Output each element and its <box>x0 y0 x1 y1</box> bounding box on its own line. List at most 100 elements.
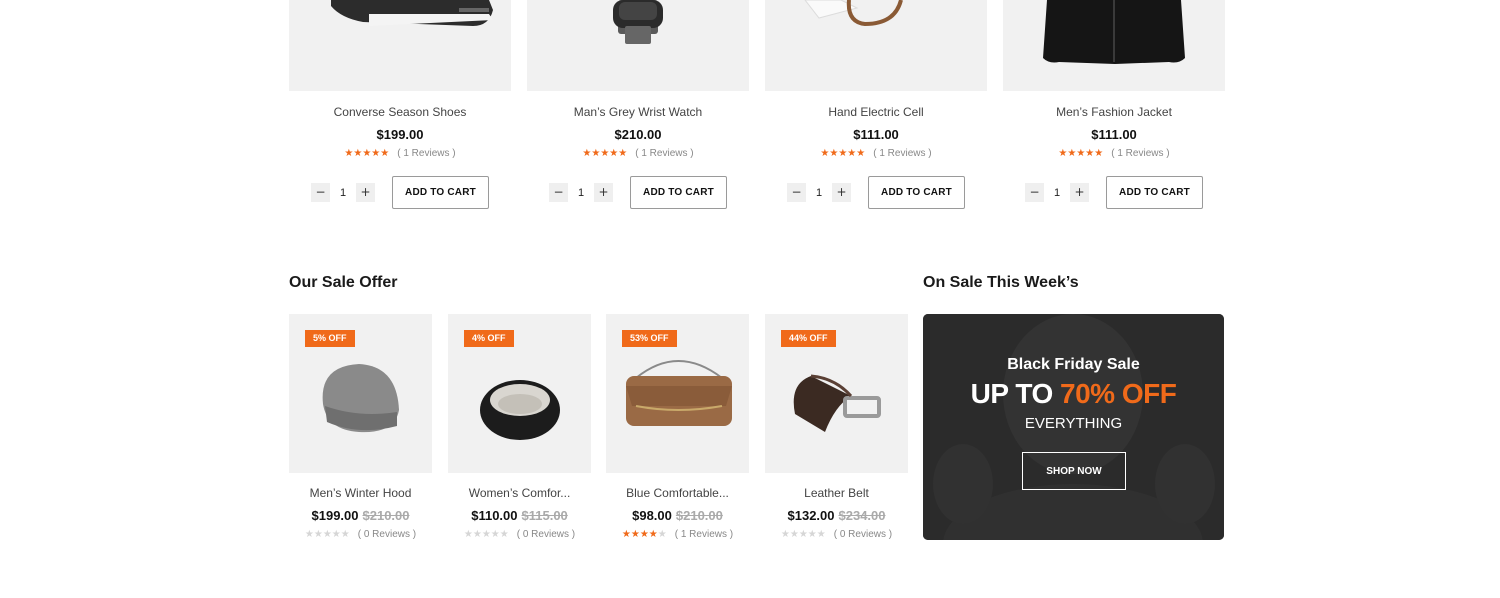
product-name[interactable]: Men’s Fashion Jacket <box>1003 105 1225 119</box>
black-jacket-image <box>1043 0 1185 64</box>
add-to-cart-button[interactable]: ADD TO CART <box>392 176 489 209</box>
star-empty-icon: ★ <box>322 529 332 540</box>
star-filled-icon: ★ <box>344 148 354 159</box>
add-to-cart-button[interactable]: ADD TO CART <box>630 176 727 209</box>
weekly-section-title: On Sale This Week’s <box>923 274 1079 291</box>
price-group: $98.00 $210.00 <box>606 508 749 523</box>
original-price: $234.00 <box>838 508 886 523</box>
star-rating: ★★★★★ <box>582 148 627 160</box>
star-filled-icon: ★ <box>820 148 830 159</box>
star-filled-icon: ★ <box>362 148 372 159</box>
star-filled-icon: ★ <box>1076 148 1086 159</box>
sale-product-card[interactable]: 53% OFF Blue Comfortable... $98.00 $210.0… <box>606 314 749 541</box>
product-image[interactable]: 4% OFF <box>448 314 591 473</box>
qty-increase-button[interactable]: + <box>832 183 851 202</box>
star-filled-icon: ★ <box>582 148 592 159</box>
star-filled-icon: ★ <box>591 148 601 159</box>
banner-headline: UP TO 70% OFF <box>923 378 1224 410</box>
star-empty-icon: ★ <box>780 529 790 540</box>
star-filled-icon: ★ <box>639 529 649 540</box>
star-filled-icon: ★ <box>380 148 390 159</box>
product-name[interactable]: Blue Comfortable... <box>606 486 749 500</box>
quantity-input[interactable] <box>806 186 832 199</box>
review-count[interactable]: ( 1 Reviews ) <box>635 148 693 159</box>
star-filled-icon: ★ <box>600 148 610 159</box>
rating: ★★★★★( 0 Reviews ) <box>289 529 432 541</box>
headline-accent: 70% OFF <box>1060 378 1177 409</box>
review-count[interactable]: ( 0 Reviews ) <box>834 529 892 540</box>
qty-increase-button[interactable]: + <box>594 183 613 202</box>
discount-badge: 44% OFF <box>781 330 836 347</box>
add-to-cart-button[interactable]: ADD TO CART <box>1106 176 1203 209</box>
product-card[interactable]: Man’s Grey Wrist Watch $210.00 ★★★★★( 1 … <box>527 0 749 209</box>
qty-increase-button[interactable]: + <box>1070 183 1089 202</box>
star-filled-icon: ★ <box>621 529 631 540</box>
product-name[interactable]: Men’s Winter Hood <box>289 486 432 500</box>
review-count[interactable]: ( 0 Reviews ) <box>358 529 416 540</box>
review-count[interactable]: ( 1 Reviews ) <box>1111 148 1169 159</box>
product-image[interactable] <box>1003 0 1225 91</box>
qty-increase-button[interactable]: + <box>356 183 375 202</box>
star-filled-icon: ★ <box>829 148 839 159</box>
sale-product-card[interactable]: 44% OFF Leather Belt $132.00 $234.00 ★★★★… <box>765 314 908 541</box>
review-count[interactable]: ( 0 Reviews ) <box>517 529 575 540</box>
product-image[interactable]: 5% OFF <box>289 314 432 473</box>
product-card[interactable]: Men’s Fashion Jacket $111.00 ★★★★★( 1 Re… <box>1003 0 1225 209</box>
product-image[interactable]: 44% OFF <box>765 314 908 473</box>
qty-decrease-button[interactable]: − <box>1025 183 1044 202</box>
qty-decrease-button[interactable]: − <box>787 183 806 202</box>
wrist-watch-image <box>613 0 663 44</box>
product-name[interactable]: Man’s Grey Wrist Watch <box>527 105 749 119</box>
quantity-input[interactable] <box>1044 186 1070 199</box>
black-friday-banner[interactable]: Black Friday Sale UP TO 70% OFF EVERYTHI… <box>923 314 1224 540</box>
star-filled-icon: ★ <box>648 529 658 540</box>
star-empty-icon: ★ <box>490 529 500 540</box>
product-name[interactable]: Women’s Comfor... <box>448 486 591 500</box>
qty-decrease-button[interactable]: − <box>549 183 568 202</box>
star-rating: ★★★★★ <box>820 148 865 160</box>
product-image[interactable]: 53% OFF <box>606 314 749 473</box>
star-filled-icon: ★ <box>618 148 628 159</box>
sale-product-card[interactable]: 4% OFF Women’s Comfor... $110.00 $115.00 … <box>448 314 591 541</box>
discount-badge: 53% OFF <box>622 330 677 347</box>
product-price: $199.00 <box>376 127 424 142</box>
star-rating: ★★★★★ <box>344 148 389 160</box>
price-group: $199.00 $210.00 <box>289 508 432 523</box>
star-filled-icon: ★ <box>371 148 381 159</box>
product-price: $210.00 <box>614 127 662 142</box>
star-filled-icon: ★ <box>630 529 640 540</box>
original-price: $115.00 <box>521 508 568 523</box>
rating: ★★★★★( 1 Reviews ) <box>289 148 511 160</box>
star-filled-icon: ★ <box>838 148 848 159</box>
product-name[interactable]: Converse Season Shoes <box>289 105 511 119</box>
product-image[interactable] <box>289 0 511 91</box>
banner-everything: EVERYTHING <box>1024 415 1123 432</box>
product-image[interactable] <box>527 0 749 91</box>
product-card[interactable]: Converse Season Shoes $199.00 ★★★★★( 1 R… <box>289 0 511 209</box>
star-empty-icon: ★ <box>463 529 473 540</box>
add-to-cart-button[interactable]: ADD TO CART <box>868 176 965 209</box>
star-empty-icon: ★ <box>481 529 491 540</box>
sale-price: $199.00 <box>311 508 359 523</box>
review-count[interactable]: ( 1 Reviews ) <box>675 529 733 540</box>
product-card[interactable]: Hand Electric Cell $111.00 ★★★★★( 1 Revi… <box>765 0 987 209</box>
quantity-input[interactable] <box>330 186 356 199</box>
rating: ★★★★★( 1 Reviews ) <box>527 148 749 160</box>
rating: ★★★★★( 1 Reviews ) <box>606 529 749 541</box>
star-empty-icon: ★ <box>331 529 341 540</box>
star-filled-icon: ★ <box>609 148 619 159</box>
product-image[interactable] <box>765 0 987 91</box>
quantity-input[interactable] <box>568 186 594 199</box>
original-price: $210.00 <box>675 508 723 523</box>
star-filled-icon: ★ <box>1058 148 1068 159</box>
product-name[interactable]: Leather Belt <box>765 486 908 500</box>
qty-decrease-button[interactable]: − <box>311 183 330 202</box>
sale-section-title: Our Sale Offer <box>289 274 398 291</box>
review-count[interactable]: ( 1 Reviews ) <box>873 148 931 159</box>
star-empty-icon: ★ <box>472 529 482 540</box>
review-count[interactable]: ( 1 Reviews ) <box>397 148 455 159</box>
sale-product-card[interactable]: 5% OFF Men’s Winter Hood $199.00 $210.00 … <box>289 314 432 541</box>
shop-now-button[interactable]: SHOP NOW <box>1022 452 1126 490</box>
star-filled-icon: ★ <box>353 148 363 159</box>
product-name[interactable]: Hand Electric Cell <box>765 105 987 119</box>
